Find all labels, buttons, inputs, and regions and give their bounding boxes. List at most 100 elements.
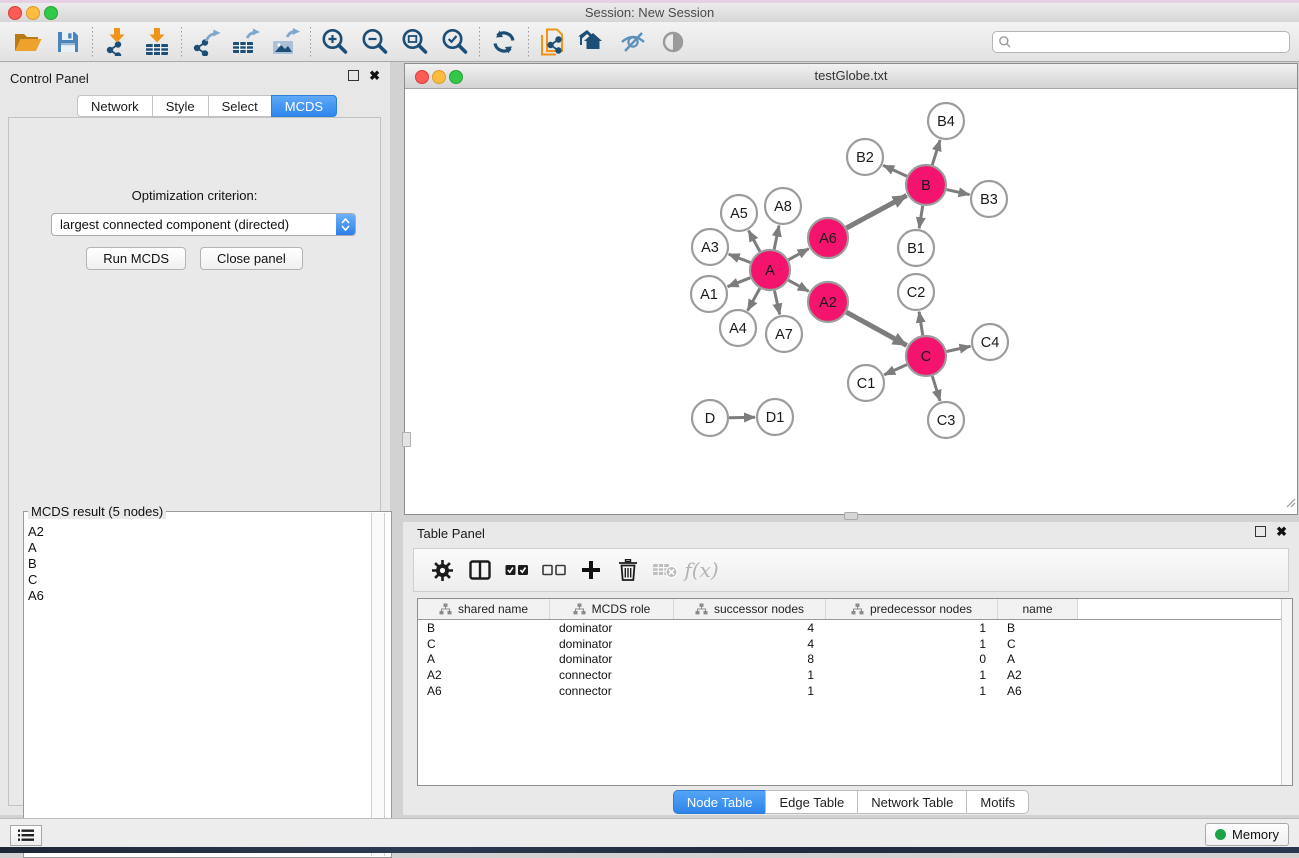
pane-collapse-handle[interactable] <box>402 432 411 447</box>
network-canvas[interactable]: B4B2BB3A8A5A6A3B1AC2A1A2A4A7C4CC1DD1C3 <box>405 89 1297 514</box>
close-table-panel-icon[interactable]: ✖ <box>1276 527 1287 537</box>
zoom-fit-button[interactable] <box>395 25 435 59</box>
graph-node-B1[interactable]: B1 <box>898 230 934 266</box>
delete-button[interactable] <box>609 553 646 587</box>
graph-node-B4[interactable]: B4 <box>928 103 964 139</box>
delete-table-button[interactable] <box>646 553 683 587</box>
mcds-result-item[interactable]: A <box>28 540 44 556</box>
gear-button[interactable] <box>424 553 461 587</box>
node-table[interactable]: shared nameMCDS rolesuccessor nodesprede… <box>417 598 1293 786</box>
tab-network[interactable]: Network <box>77 95 152 117</box>
tab-edge-table[interactable]: Edge Table <box>765 790 857 814</box>
task-history-button[interactable] <box>10 825 42 846</box>
graph-edge-A-A6[interactable] <box>788 249 808 260</box>
graph-edge-A-A2[interactable] <box>788 280 808 291</box>
graph-node-A1[interactable]: A1 <box>691 276 727 312</box>
graph-edge-C-C2[interactable] <box>919 312 923 335</box>
graph-node-C[interactable]: C <box>906 336 946 376</box>
graph-node-A7[interactable]: A7 <box>766 316 802 352</box>
tab-mcds[interactable]: MCDS <box>271 95 337 117</box>
close-panel-button[interactable]: Close panel <box>200 247 303 270</box>
split-divider-handle[interactable] <box>844 512 858 520</box>
graph-node-A2[interactable]: A2 <box>808 282 848 322</box>
graph-node-D1[interactable]: D1 <box>757 399 793 435</box>
column-header-shared-name[interactable]: shared name <box>418 599 550 619</box>
column-header-name[interactable]: name <box>998 599 1078 619</box>
graph-edge-B-B2[interactable] <box>883 165 907 176</box>
graph-node-A5[interactable]: A5 <box>721 195 757 231</box>
graph-edge-A-A8[interactable] <box>774 226 779 250</box>
graph-edge-A2-C[interactable] <box>846 312 906 345</box>
hide-details-button[interactable] <box>613 25 653 59</box>
show-details-button[interactable] <box>653 25 693 59</box>
export-image-button[interactable] <box>266 25 306 59</box>
column-header-MCDS-role[interactable]: MCDS role <box>550 599 674 619</box>
add-button[interactable] <box>572 553 609 587</box>
graph-node-A8[interactable]: A8 <box>765 188 801 224</box>
graph-node-A[interactable]: A <box>750 250 790 290</box>
graph-edge-C-C3[interactable] <box>932 376 940 401</box>
graph-edge-A-A4[interactable] <box>748 288 760 310</box>
column-header-successor-nodes[interactable]: successor nodes <box>674 599 826 619</box>
float-panel-icon[interactable] <box>348 70 359 81</box>
graph-edge-A-A7[interactable] <box>774 291 779 315</box>
zoom-in-button[interactable] <box>315 25 355 59</box>
graph-node-B3[interactable]: B3 <box>971 181 1007 217</box>
memory-button[interactable]: Memory <box>1205 823 1289 846</box>
search-field[interactable] <box>992 31 1290 53</box>
node-table-scrollbar[interactable] <box>1281 599 1292 785</box>
mcds-result-item[interactable]: A2 <box>28 524 44 540</box>
select-all-button[interactable] <box>498 553 535 587</box>
mcds-result-scrollbar[interactable] <box>371 513 385 856</box>
graph-edge-B-B3[interactable] <box>946 190 969 195</box>
graph-node-B2[interactable]: B2 <box>847 139 883 175</box>
table-row[interactable]: Bdominator41B <box>418 620 1292 636</box>
run-mcds-button[interactable]: Run MCDS <box>86 247 186 270</box>
refresh-button[interactable] <box>484 25 524 59</box>
tab-node-table[interactable]: Node Table <box>673 790 766 814</box>
zoom-out-button[interactable] <box>355 25 395 59</box>
function-button[interactable]: f(x) <box>683 553 720 587</box>
graph-edge-A-A3[interactable] <box>729 254 751 262</box>
graph-node-A3[interactable]: A3 <box>692 229 728 265</box>
import-network-button[interactable] <box>97 25 137 59</box>
mcds-result-item[interactable]: B <box>28 556 44 572</box>
save-session-button[interactable] <box>48 25 88 59</box>
graph-node-B[interactable]: B <box>906 165 946 205</box>
table-row[interactable]: Adominator80A <box>418 651 1292 667</box>
search-input[interactable] <box>1012 34 1289 50</box>
zoom-selected-button[interactable] <box>435 25 475 59</box>
mcds-result-item[interactable]: A6 <box>28 588 44 604</box>
graph-node-A6[interactable]: A6 <box>808 218 848 258</box>
graph-edge-A6-B[interactable] <box>846 195 906 228</box>
graph-edge-A-A1[interactable] <box>728 278 751 287</box>
graph-edge-A-A5[interactable] <box>749 231 760 252</box>
float-table-panel-icon[interactable] <box>1255 526 1266 537</box>
graph-node-A4[interactable]: A4 <box>720 310 756 346</box>
columns-button[interactable] <box>461 553 498 587</box>
graph-edge-C-C4[interactable] <box>947 346 971 351</box>
import-table-button[interactable] <box>137 25 177 59</box>
resize-corner-icon[interactable] <box>1286 495 1296 513</box>
table-row[interactable]: A2connector11A2 <box>418 667 1292 683</box>
new-network-from-selection-button[interactable] <box>533 25 573 59</box>
graph-node-C3[interactable]: C3 <box>928 402 964 438</box>
close-panel-icon[interactable]: ✖ <box>369 71 380 81</box>
graph-node-D[interactable]: D <box>692 400 728 436</box>
graph-edge-B-B1[interactable] <box>919 206 923 229</box>
criterion-dropdown[interactable]: largest connected component (directed) <box>51 213 356 236</box>
tab-motifs[interactable]: Motifs <box>966 790 1029 814</box>
graph-edge-C-C1[interactable] <box>884 365 907 375</box>
open-session-button[interactable] <box>8 25 48 59</box>
graph-node-C4[interactable]: C4 <box>972 324 1008 360</box>
mcds-result-item[interactable]: C <box>28 572 44 588</box>
export-table-button[interactable] <box>226 25 266 59</box>
graph-edge-B-B4[interactable] <box>932 140 940 165</box>
tab-style[interactable]: Style <box>152 95 208 117</box>
column-header-predecessor-nodes[interactable]: predecessor nodes <box>826 599 998 619</box>
deselect-all-button[interactable] <box>535 553 572 587</box>
home-button[interactable] <box>573 25 613 59</box>
table-row[interactable]: A6connector11A6 <box>418 683 1292 699</box>
tab-select[interactable]: Select <box>208 95 271 117</box>
table-row[interactable]: Cdominator41C <box>418 636 1292 652</box>
